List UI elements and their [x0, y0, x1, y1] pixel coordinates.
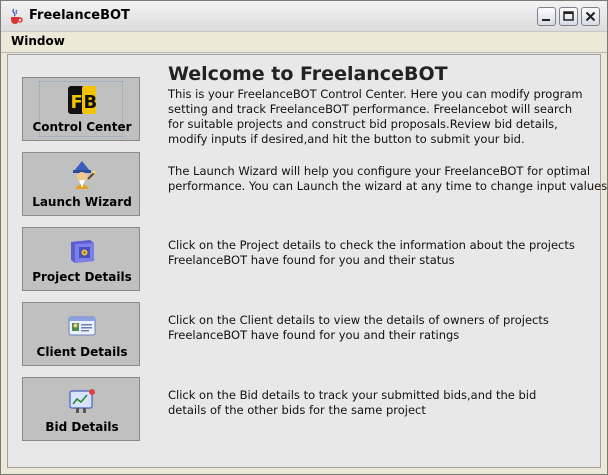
id-card-icon — [68, 316, 96, 336]
welcome-heading: Welcome to FreelanceBOT — [168, 63, 448, 85]
description-line: FreelanceBOT have found for you and thei… — [168, 328, 460, 342]
maximize-button[interactable] — [559, 7, 578, 26]
close-icon — [585, 11, 596, 22]
control-center-label: Control Center — [32, 120, 132, 134]
menu-window[interactable]: Window — [11, 34, 65, 48]
intro-line: for suitable projects and construct bid … — [168, 117, 558, 131]
intro-paragraph: This is your FreelanceBOT Control Center… — [168, 87, 598, 147]
description-line: FreelanceBOT have found for you and thei… — [168, 253, 455, 267]
maximize-icon — [563, 11, 574, 21]
description-line: Click on the Client details to view the … — [168, 313, 549, 327]
description-line: Click on the Project details to check th… — [168, 238, 575, 252]
java-cup-icon — [11, 8, 23, 24]
wizard-icon — [73, 161, 96, 189]
intro-line: This is your FreelanceBOT Control Center… — [168, 87, 583, 101]
description-line: details of the other bids for the same p… — [168, 403, 426, 417]
launch-wizard-button[interactable]: Launch Wizard — [22, 152, 140, 216]
project-details-button[interactable]: Project Details — [22, 227, 140, 291]
client-details-button[interactable]: Client Details — [22, 302, 140, 366]
project-details-label: Project Details — [32, 270, 132, 284]
bid-details-description: Click on the Bid details to track your s… — [168, 388, 598, 418]
bid-details-button[interactable]: Bid Details — [22, 377, 140, 441]
menu-bar: Window — [1, 32, 607, 53]
fb-logo-icon: F B — [68, 86, 98, 114]
title-bar[interactable]: FreelanceBOT — [1, 1, 607, 32]
bid-board-icon — [69, 389, 95, 413]
launch-wizard-label: Launch Wizard — [32, 195, 132, 209]
safe-icon — [71, 240, 94, 263]
svg-text:F: F — [71, 92, 83, 113]
client-details-label: Client Details — [36, 345, 128, 359]
window-title: FreelanceBOT — [29, 8, 130, 23]
client-details-description: Click on the Client details to view the … — [168, 313, 598, 343]
intro-line: setting and track FreelanceBOT performan… — [168, 102, 573, 116]
intro-line: modify inputs if desired,and hit the but… — [168, 132, 525, 146]
description-line: The Launch Wizard will help you configur… — [168, 164, 591, 178]
minimize-button[interactable] — [537, 7, 556, 26]
app-window: FreelanceBOT Window F B Control Center L… — [0, 0, 608, 475]
bid-details-label: Bid Details — [45, 420, 119, 434]
launch-wizard-description: The Launch Wizard will help you configur… — [168, 164, 608, 194]
description-line: Click on the Bid details to track your s… — [168, 388, 537, 402]
close-button[interactable] — [581, 7, 600, 26]
control-center-button[interactable]: F B Control Center — [22, 77, 140, 141]
project-details-description: Click on the Project details to check th… — [168, 238, 598, 268]
svg-text:B: B — [84, 92, 98, 113]
description-line: performance. You can Launch the wizard a… — [168, 179, 608, 193]
minimize-icon — [542, 19, 550, 21]
main-panel: F B Control Center Launch Wizard Project… — [7, 54, 608, 468]
